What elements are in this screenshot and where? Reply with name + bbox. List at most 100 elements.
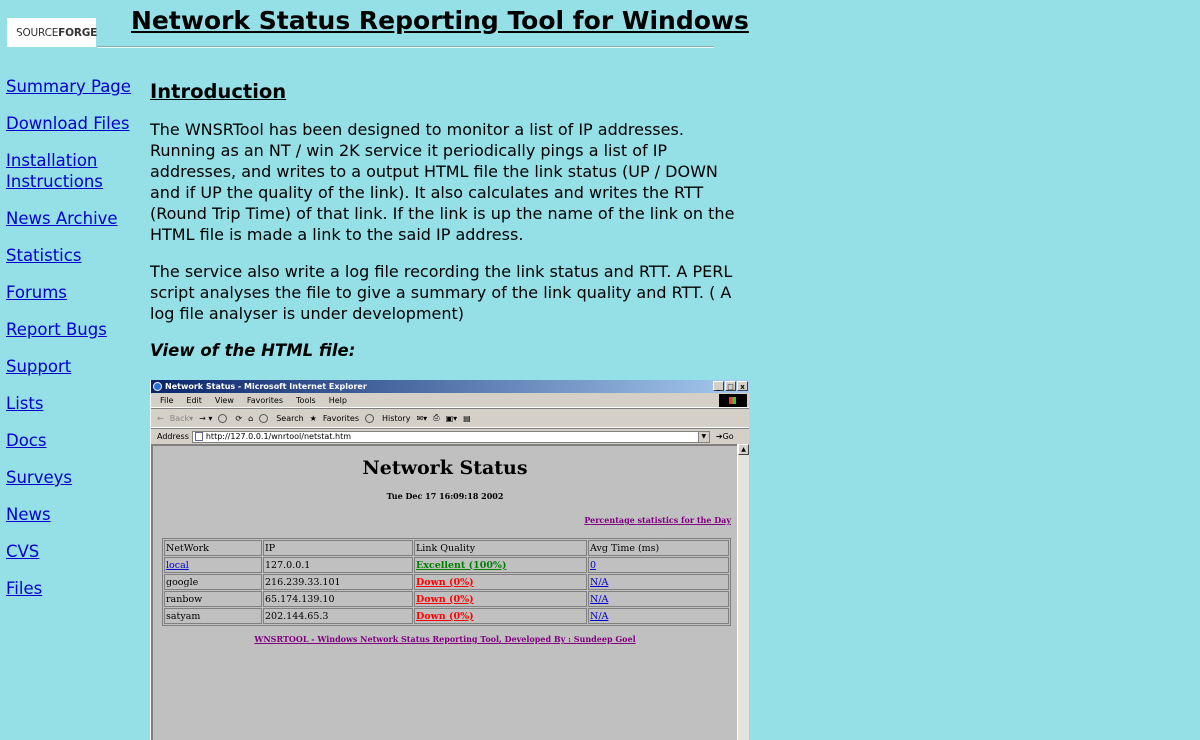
table-row: google 216.239.33.101 Down (0%) N/A	[164, 574, 729, 590]
ie-discuss-icon: ▤	[463, 413, 471, 423]
quality-status: Down (0%)	[416, 576, 474, 588]
network-link: local	[166, 559, 189, 571]
ie-window-title: Network Status - Microsoft Internet Expl…	[165, 382, 367, 391]
cell-quality: Down (0%)	[414, 591, 587, 607]
quality-status: Down (0%)	[416, 610, 474, 622]
sidebar-nav: Summary Page Download Files Installation…	[6, 76, 136, 615]
sourceforge-logo[interactable]: SOURCE FORGE	[7, 18, 98, 47]
page-title: Network Status Reporting Tool for Window…	[131, 6, 749, 35]
ie-scrollbar: ▲	[737, 444, 749, 740]
avg-time-link: N/A	[590, 576, 609, 588]
ie-print-icon: ⎙	[433, 413, 440, 422]
section-heading-introduction: Introduction	[150, 80, 287, 103]
ie-mail-icon: ✉▾	[416, 413, 428, 423]
cell-network: local	[164, 557, 262, 573]
column-header-network: NetWork	[164, 540, 262, 556]
main-content: Introduction The WNSRTool has been desig…	[150, 80, 750, 361]
column-header-ip: IP	[263, 540, 413, 556]
table-row: ranbow 65.174.139.10 Down (0%) N/A	[164, 591, 729, 607]
ie-menu-edit: Edit	[186, 395, 202, 405]
cell-ip: 202.144.65.3	[263, 608, 413, 624]
cell-network: ranbow	[164, 591, 262, 607]
sidebar-link-surveys[interactable]: Surveys	[6, 467, 136, 488]
close-icon: x	[737, 381, 748, 391]
sidebar-link-summary-page[interactable]: Summary Page	[6, 76, 136, 97]
windows-logo-icon	[719, 394, 747, 407]
cell-quality: Excellent (100%)	[414, 557, 587, 573]
cell-ip: 65.174.139.10	[263, 591, 413, 607]
ie-page-content: Network Status Tue Dec 17 16:09:18 2002 …	[151, 444, 737, 740]
sourceforge-diamond-icon	[8, 28, 16, 37]
html-file-screenshot: Network Status - Microsoft Internet Expl…	[150, 380, 749, 740]
sidebar-link-files[interactable]: Files	[6, 578, 136, 599]
network-status-title: Network Status	[362, 457, 528, 479]
ie-menu-view: View	[214, 395, 234, 405]
ie-logo-icon	[153, 382, 162, 391]
ie-favorites-label: Favorites	[322, 413, 359, 423]
sidebar-link-statistics[interactable]: Statistics	[6, 245, 136, 266]
page-icon	[194, 432, 203, 441]
cell-avg: N/A	[588, 608, 729, 624]
avg-time-link: N/A	[590, 610, 609, 622]
network-status-date: Tue Dec 17 16:09:18 2002	[386, 491, 504, 501]
table-row: local 127.0.0.1 Excellent (100%) 0	[164, 557, 729, 573]
ie-history-label: History	[381, 413, 411, 423]
avg-time-link: 0	[590, 559, 597, 571]
view-html-label: View of the HTML file:	[150, 341, 356, 360]
ie-address-value: http://127.0.0.1/wnrtool/netstat.htm	[205, 432, 351, 441]
table-row: satyam 202.144.65.3 Down (0%) N/A	[164, 608, 729, 624]
scroll-up-icon: ▲	[738, 444, 749, 455]
ie-search-button: Search	[259, 413, 304, 423]
intro-paragraph-1: The WNSRTool has been designed to monito…	[150, 120, 735, 244]
ie-stop-icon	[218, 413, 229, 423]
cell-quality: Down (0%)	[414, 608, 587, 624]
table-header-row: NetWork IP Link Quality Avg Time (ms)	[164, 540, 729, 556]
logo-text-source: SOURCE	[16, 26, 59, 39]
cell-avg: N/A	[588, 591, 729, 607]
sidebar-link-installation-instructions[interactable]: Installation Instructions	[6, 150, 136, 192]
sidebar-link-lists[interactable]: Lists	[6, 393, 136, 414]
ie-menu-favorites: Favorites	[246, 395, 284, 405]
ie-forward-icon: → ▾	[199, 413, 213, 423]
cell-quality: Down (0%)	[414, 574, 587, 590]
column-header-link-quality: Link Quality	[414, 540, 587, 556]
ie-address-field: http://127.0.0.1/wnrtool/netstat.htm ▼	[191, 430, 710, 443]
cell-network: google	[164, 574, 262, 590]
ie-go-label: Go	[722, 432, 734, 441]
cell-ip: 216.239.33.101	[263, 574, 413, 590]
cell-network: satyam	[164, 608, 262, 624]
ie-favorites-button: ★ Favorites	[309, 413, 359, 423]
sidebar-link-news-archive[interactable]: News Archive	[6, 208, 136, 229]
chevron-down-icon: ▼	[697, 431, 709, 442]
maximize-icon: □	[725, 381, 736, 391]
cell-avg: N/A	[588, 574, 729, 590]
ie-menubar: File Edit View Favorites Tools Help	[151, 393, 749, 408]
ie-address-label: Address	[157, 432, 189, 441]
ie-history-button: History	[364, 413, 411, 423]
ie-menu-tools: Tools	[296, 395, 316, 405]
ie-titlebar: Network Status - Microsoft Internet Expl…	[151, 380, 749, 393]
ie-menu-file: File	[160, 395, 174, 405]
ie-toolbar: ← Back ▾ → ▾ ⟳ ⌂ Search ★ Favorites Histo…	[151, 408, 749, 428]
sidebar-link-support[interactable]: Support	[6, 356, 136, 377]
sidebar-link-docs[interactable]: Docs	[6, 430, 136, 451]
ie-edit-icon: ▣▾	[445, 413, 458, 423]
ie-back-label: Back	[169, 413, 190, 423]
minimize-icon: _	[713, 381, 724, 391]
column-header-avg-time: Avg Time (ms)	[588, 540, 729, 556]
ie-back-button: ← Back ▾	[157, 413, 194, 423]
title-divider	[97, 46, 714, 48]
avg-time-link: N/A	[590, 593, 609, 605]
sidebar-link-report-bugs[interactable]: Report Bugs	[6, 319, 136, 340]
sidebar-link-download-files[interactable]: Download Files	[6, 113, 136, 134]
intro-paragraph-2: The service also write a log file record…	[150, 262, 733, 323]
logo-text-forge: FORGE	[58, 26, 98, 39]
network-status-table: NetWork IP Link Quality Avg Time (ms) lo…	[162, 538, 731, 626]
ie-home-icon: ⌂	[248, 413, 254, 423]
sidebar-link-news[interactable]: News	[6, 504, 136, 525]
sidebar-link-forums[interactable]: Forums	[6, 282, 136, 303]
ie-go-button: ➔Go	[715, 432, 734, 441]
cell-avg: 0	[588, 557, 729, 573]
ie-refresh-icon: ⟳	[235, 413, 243, 423]
sidebar-link-cvs[interactable]: CVS	[6, 541, 136, 562]
